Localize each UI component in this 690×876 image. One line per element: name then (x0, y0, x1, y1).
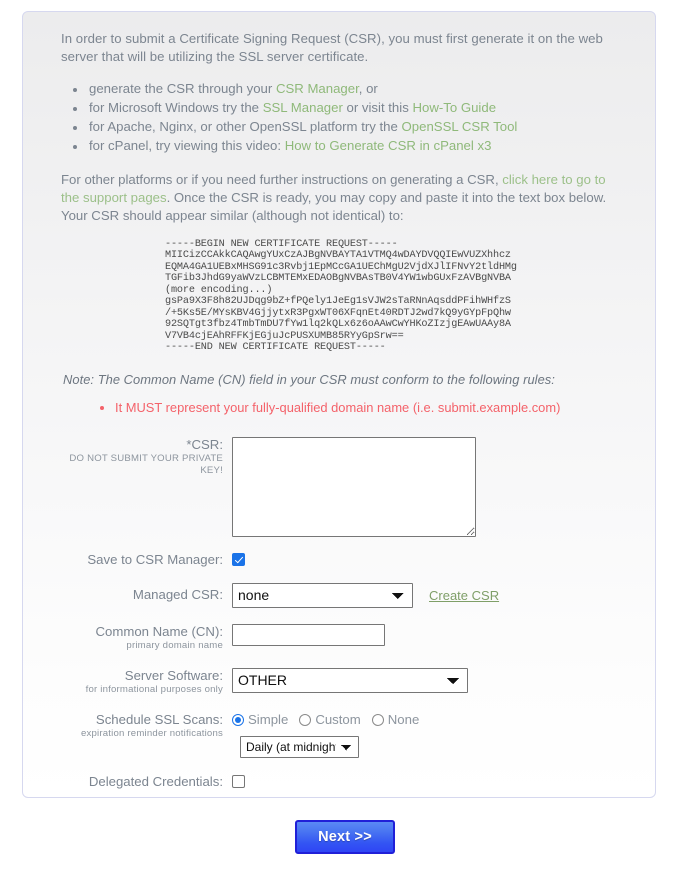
schedule-scans-option-custom-label: Custom (315, 712, 361, 727)
schedule-scans-label-text: Schedule SSL Scans: (95, 711, 223, 727)
csr-control (232, 436, 621, 537)
csr-generation-options-list: generate the CSR through your CSR Manage… (61, 80, 621, 155)
schedule-scans-radio-simple[interactable] (232, 713, 244, 726)
list-item: generate the CSR through your CSR Manage… (87, 80, 621, 98)
intro-paragraph: In order to submit a Certificate Signing… (61, 31, 603, 64)
openssl-csr-tool-link[interactable]: OpenSSL CSR Tool (402, 119, 518, 134)
schedule-scans-radio-none[interactable] (371, 713, 384, 726)
delegated-credentials-label: Delegated Credentials: (88, 773, 223, 789)
common-name-input[interactable] (232, 623, 385, 646)
schedule-scans-label: Schedule SSL Scans: expiration reminder … (61, 712, 232, 740)
form-row-managed-csr: Managed CSR: none Create CSR (61, 582, 621, 608)
list-item: for Microsoft Windows try the SSL Manage… (87, 99, 621, 117)
bullet-3-pre: for Apache, Nginx, or other OpenSSL plat… (89, 119, 402, 134)
common-name-note: Note: The Common Name (CN) field in your… (63, 371, 555, 387)
common-name-label: Common Name (CN): primary domain name (61, 624, 232, 652)
common-name-label-text: Common Name (CN): (95, 623, 224, 639)
schedule-scans-option-simple-label: Simple (248, 712, 289, 727)
form-row-common-name: Common Name (CN): primary domain name (61, 623, 621, 652)
delegated-credentials-checkbox[interactable] (232, 774, 245, 788)
schedule-scans-option-none[interactable]: None (371, 712, 420, 727)
schedule-scans-option-custom[interactable]: Custom (299, 712, 361, 727)
bullet-1-post: , or (358, 81, 378, 96)
form-row-delegated-credentials: Delegated Credentials: (61, 773, 621, 791)
csr-submission-panel: In order to submit a Certificate Signing… (22, 11, 656, 798)
csr-manager-link[interactable]: CSR Manager (276, 81, 359, 96)
form-row-csr: *CSR: DO NOT SUBMIT YOUR PRIVATE KEY! (61, 436, 621, 537)
server-software-label: Server Software: for informational purpo… (61, 668, 232, 696)
managed-csr-select[interactable]: none (232, 582, 413, 608)
csr-label: *CSR: DO NOT SUBMIT YOUR PRIVATE KEY! (61, 437, 232, 477)
form-row-save-to-csr-manager: Save to CSR Manager: (61, 551, 621, 569)
support-paragraph: For other platforms or if you need furth… (61, 171, 621, 225)
scan-frequency-select[interactable]: Daily (at midnight) (240, 735, 359, 758)
footer-actions: Next >> (0, 820, 690, 854)
bullet-2-mid: or visit this (342, 100, 413, 115)
server-software-sublabel: for informational purposes only (85, 683, 223, 695)
list-item: It MUST represent your fully-qualified d… (115, 399, 621, 416)
save-to-csr-manager-label: Save to CSR Manager: (87, 551, 223, 567)
support-paragraph-pre: For other platforms or if you need furth… (61, 171, 503, 187)
server-software-select[interactable]: OTHER (232, 667, 468, 693)
common-name-control (232, 623, 621, 646)
create-csr-link[interactable]: Create CSR (429, 588, 499, 603)
form-row-schedule-scans: Schedule SSL Scans: expiration reminder … (61, 712, 621, 758)
common-name-rules-list: It MUST represent your fully-qualified d… (61, 399, 621, 416)
csr-input[interactable] (232, 436, 476, 537)
rule-text: It MUST represent your fully-qualified d… (115, 399, 561, 415)
form-row-server-software: Server Software: for informational purpo… (61, 667, 621, 696)
schedule-scans-option-simple[interactable]: Simple (232, 712, 288, 727)
schedule-scans-control: Simple Custom None Daily (at midnight) (232, 712, 621, 758)
bullet-1-pre: generate the CSR through your (89, 81, 276, 96)
cpanel-video-link[interactable]: How to Generate CSR in cPanel x3 (285, 138, 492, 153)
csr-form: *CSR: DO NOT SUBMIT YOUR PRIVATE KEY! Sa… (61, 436, 621, 798)
schedule-scans-sublabel: expiration reminder notifications (80, 727, 223, 739)
next-button[interactable]: Next >> (295, 820, 395, 854)
server-software-control: OTHER (232, 667, 621, 693)
schedule-scans-radio-group: Simple Custom None (232, 712, 621, 728)
common-name-sublabel: primary domain name (126, 639, 223, 651)
managed-csr-control: none Create CSR (232, 582, 621, 608)
how-to-guide-link[interactable]: How-To Guide (412, 100, 496, 115)
save-to-csr-manager-control (232, 551, 621, 569)
save-to-csr-manager-checkbox[interactable] (232, 552, 245, 566)
delegated-credentials-control (232, 773, 621, 791)
server-software-label-text: Server Software: (124, 667, 223, 683)
scan-frequency-wrap: Daily (at midnight) (240, 735, 621, 758)
list-item: for cPanel, try viewing this video: How … (87, 137, 621, 155)
ssl-manager-link[interactable]: SSL Manager (263, 100, 343, 115)
sample-csr-block: -----BEGIN NEW CERTIFICATE REQUEST----- … (165, 238, 517, 354)
csr-sublabel: DO NOT SUBMIT YOUR PRIVATE KEY! (69, 452, 223, 476)
csr-label-text: *CSR: (186, 436, 223, 452)
managed-csr-label: Managed CSR: (132, 587, 223, 602)
schedule-scans-option-none-label: None (387, 712, 420, 727)
list-item: for Apache, Nginx, or other OpenSSL plat… (87, 118, 621, 136)
bullet-4-pre: for cPanel, try viewing this video: (89, 138, 285, 153)
bullet-2-pre: for Microsoft Windows try the (89, 100, 263, 115)
schedule-scans-radio-custom[interactable] (299, 713, 312, 726)
